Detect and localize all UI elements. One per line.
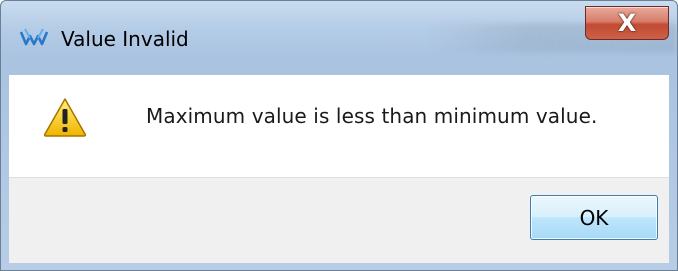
error-message: Maximum value is less than minimum value… (146, 104, 598, 128)
app-logo-icon (19, 28, 49, 46)
warning-icon (43, 98, 87, 137)
close-button[interactable]: X (585, 6, 669, 40)
title-bar[interactable]: Value Invalid X (1, 1, 677, 75)
dialog-window: Value Invalid X Maximum value is less th… (0, 0, 678, 271)
button-bar: OK (9, 177, 669, 263)
close-icon: X (617, 9, 637, 37)
message-area: Maximum value is less than minimum value… (9, 75, 669, 177)
dialog-title: Value Invalid (61, 27, 189, 51)
ok-button[interactable]: OK (530, 195, 658, 240)
